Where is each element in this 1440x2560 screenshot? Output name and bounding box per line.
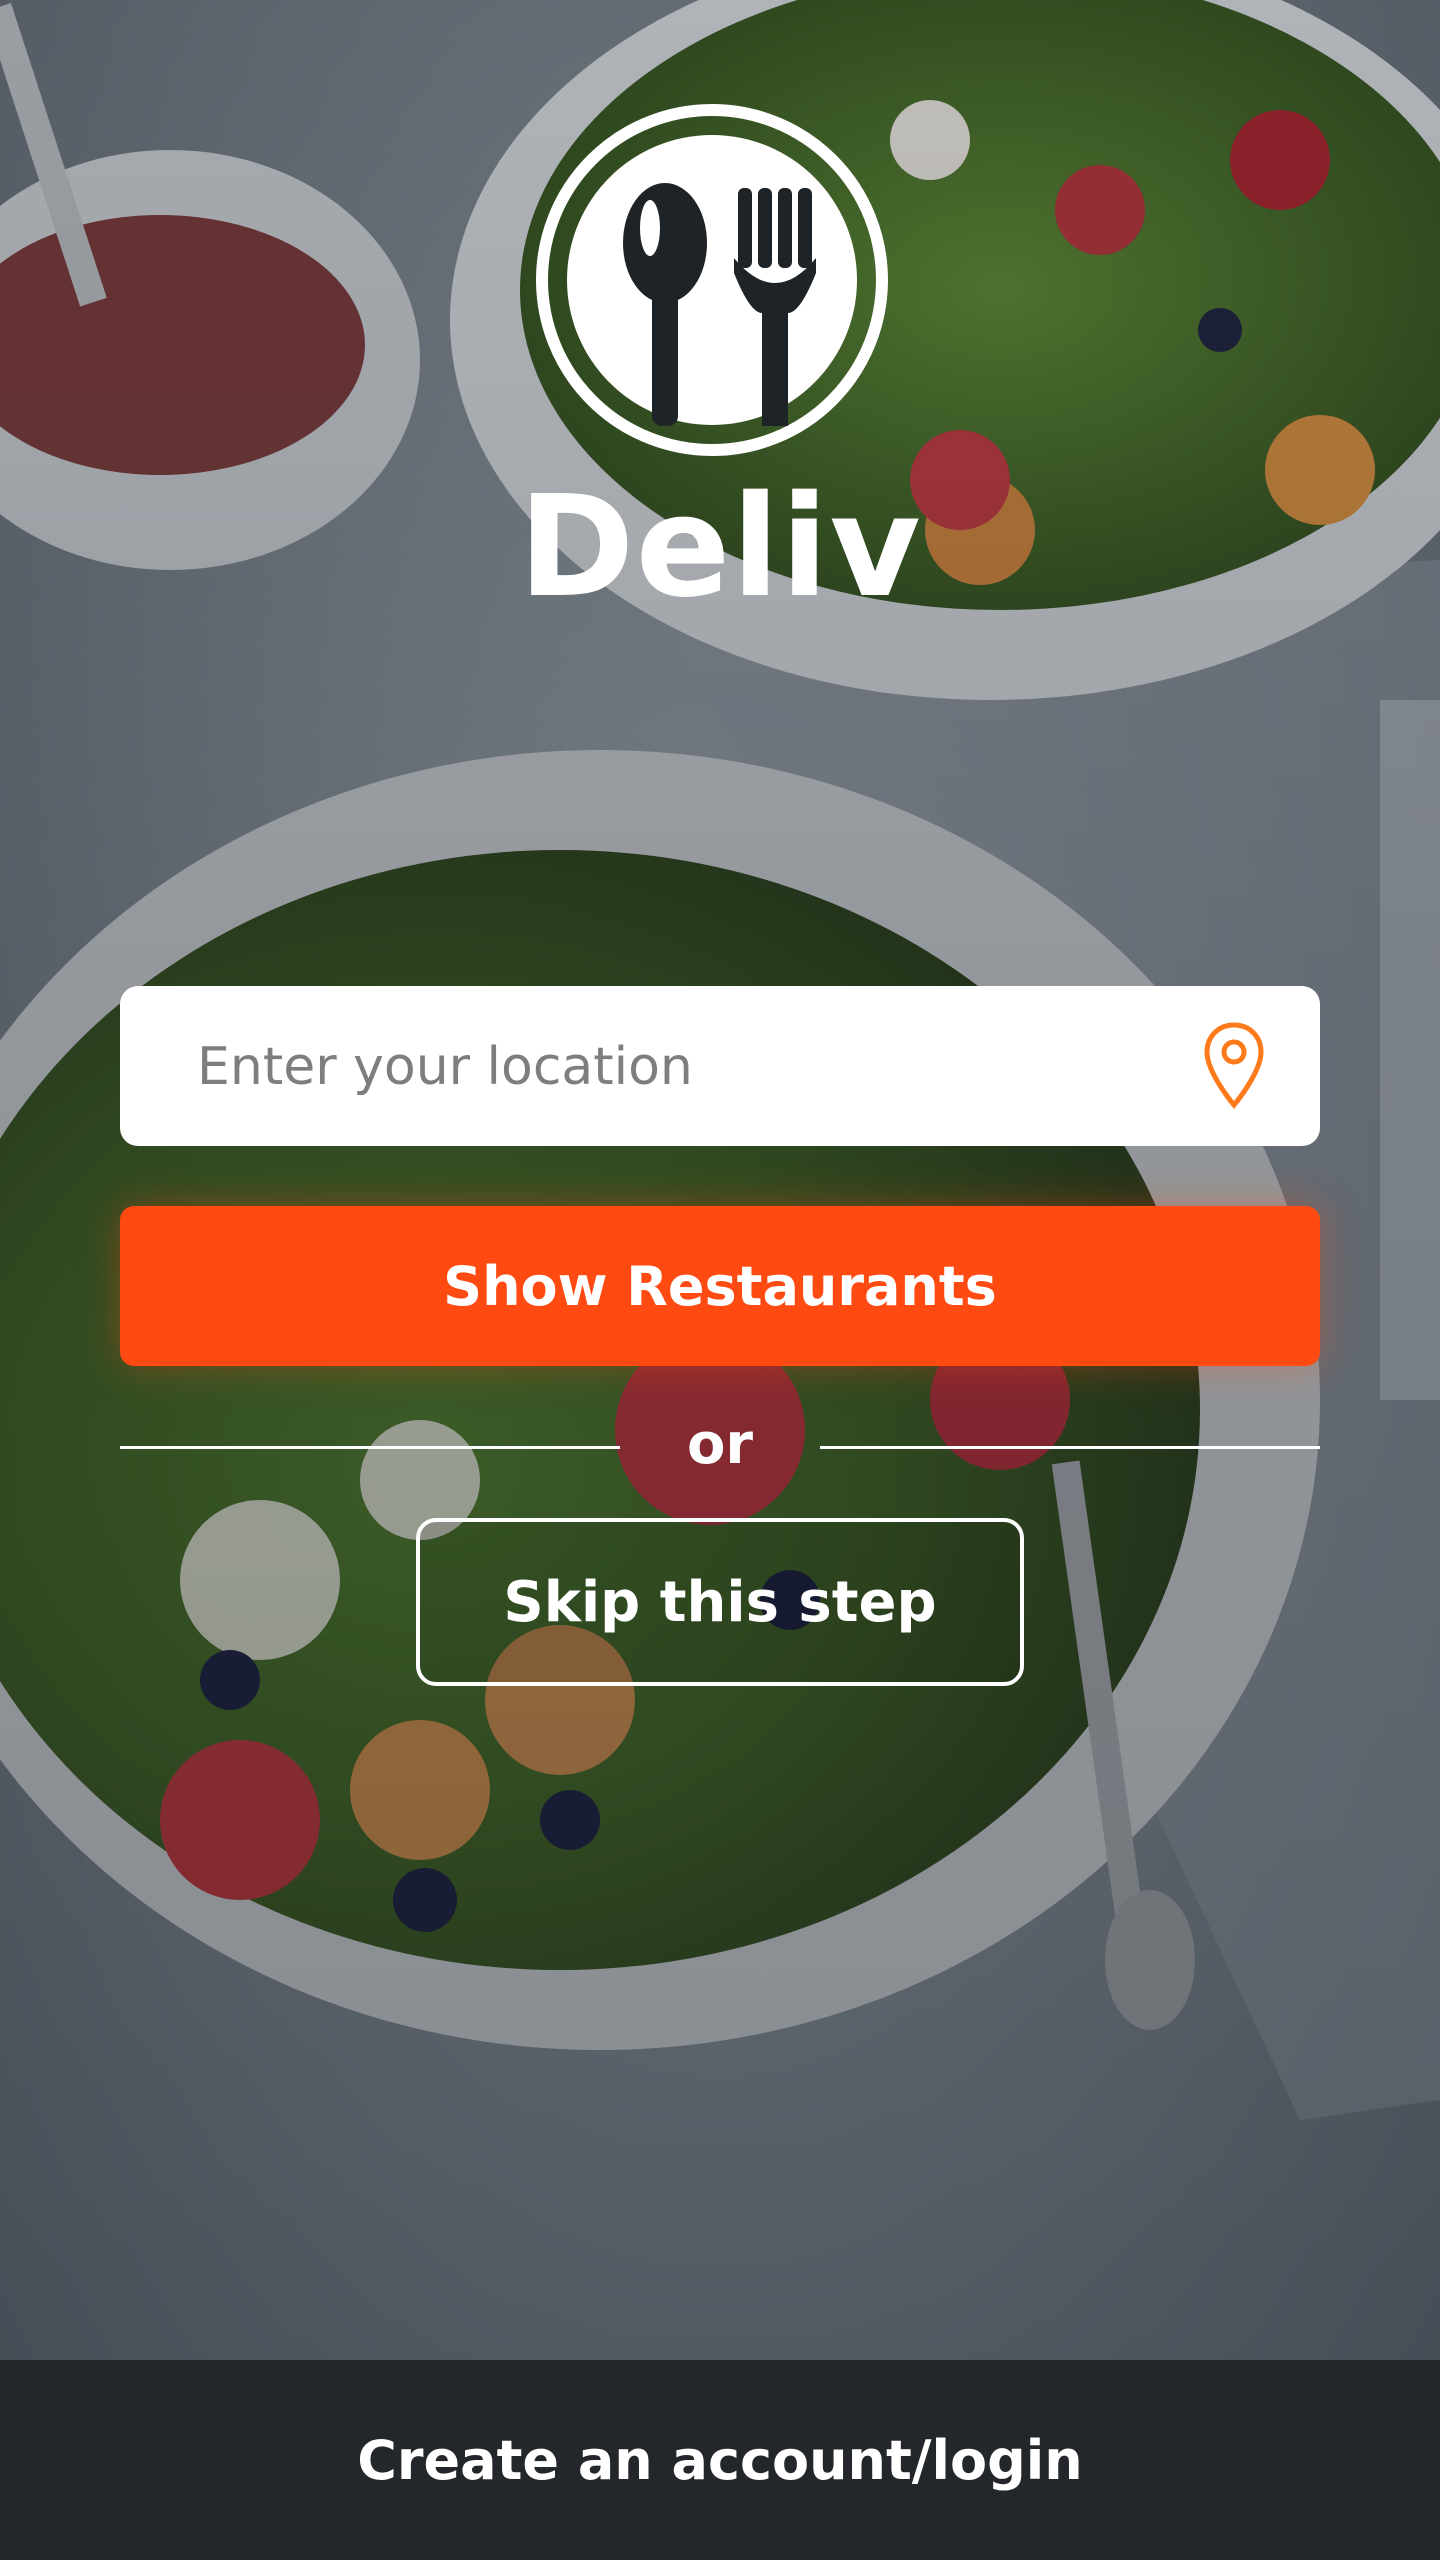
or-label: or (686, 1412, 754, 1477)
location-input[interactable] (195, 986, 1199, 1148)
account-footer-bar: Create an account/login (0, 2360, 1440, 2560)
show-restaurants-button[interactable]: Show Restaurants (120, 1206, 1320, 1366)
location-field[interactable] (120, 986, 1320, 1148)
brand-name: Deliv (518, 466, 922, 629)
divider-line-right (820, 1446, 1320, 1449)
create-account-login-link[interactable]: Create an account/login (357, 2429, 1082, 2492)
spoon-fork-icon (536, 104, 888, 456)
app-logo (530, 98, 894, 462)
location-pin-icon[interactable] (1203, 1021, 1265, 1111)
or-divider: or (120, 1400, 1320, 1490)
skip-step-button[interactable]: Skip this step (416, 1518, 1024, 1686)
